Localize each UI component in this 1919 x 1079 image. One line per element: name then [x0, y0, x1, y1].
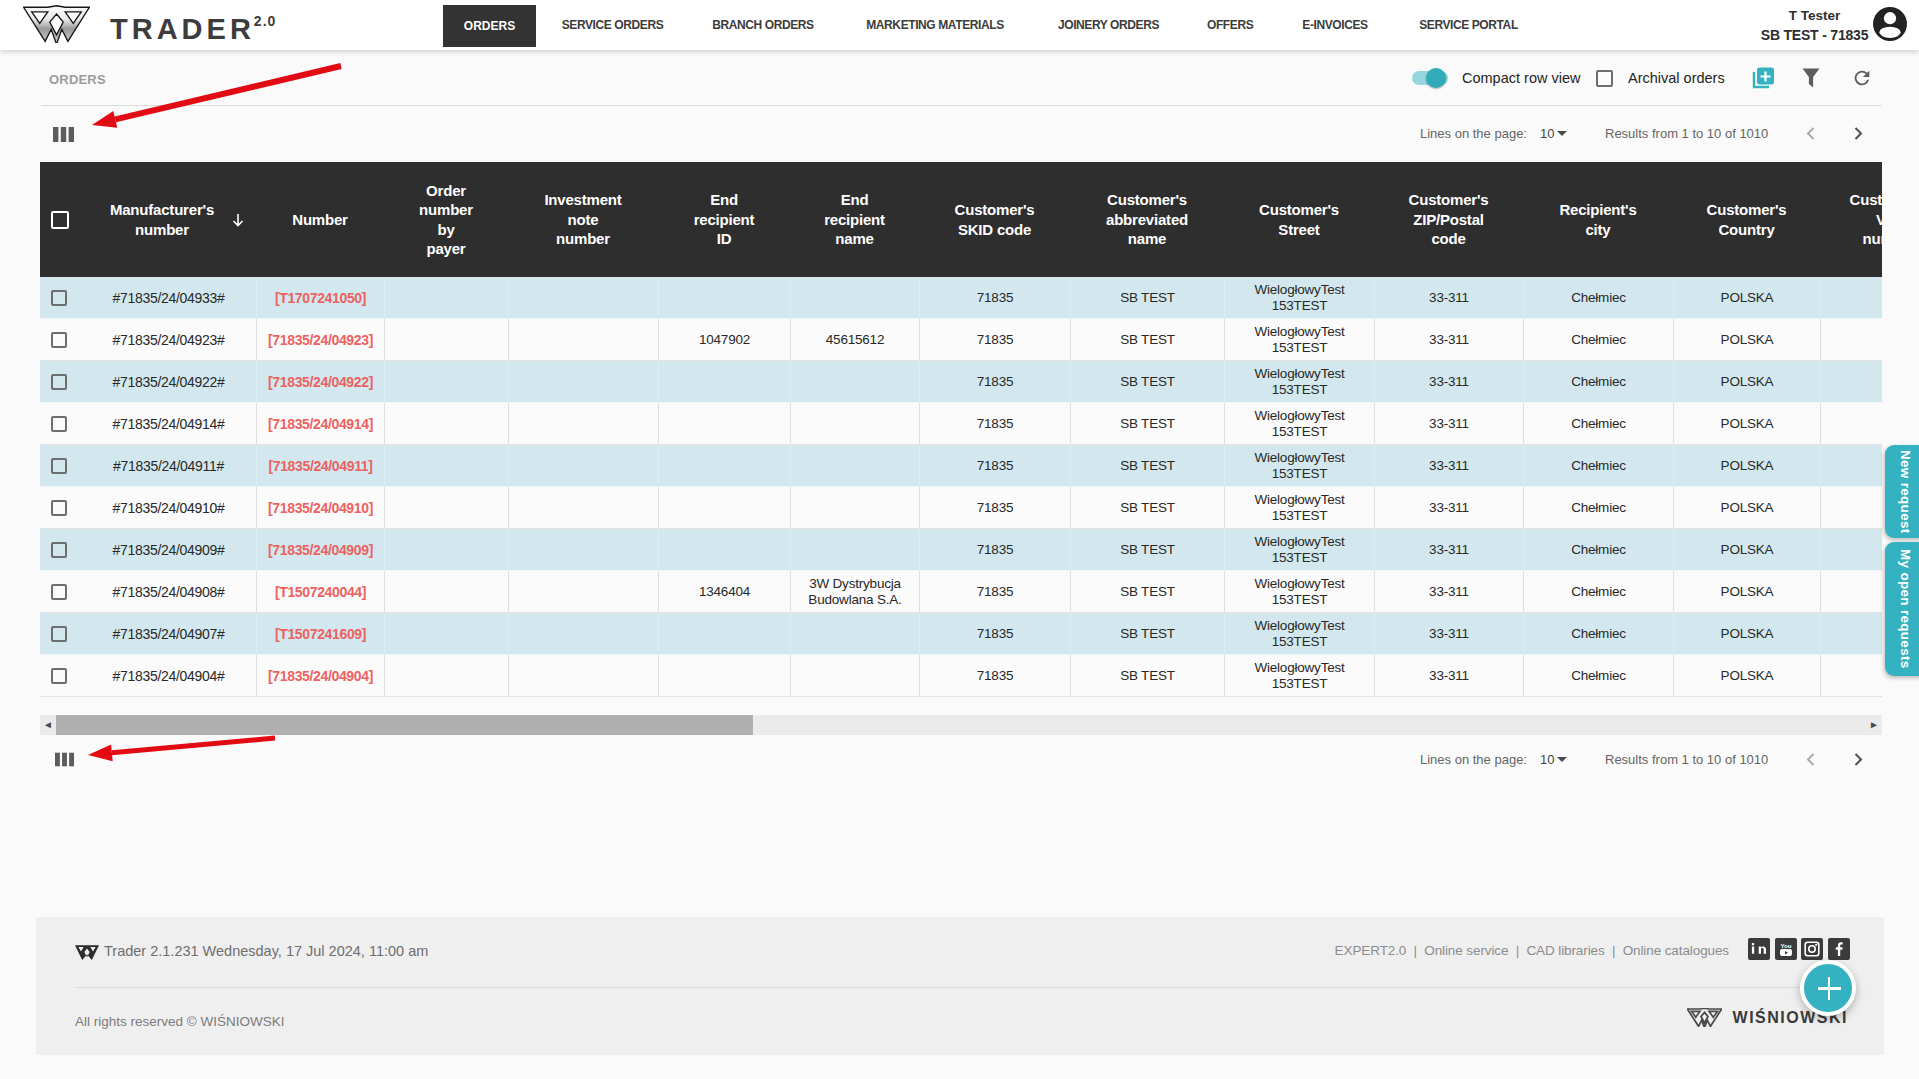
svg-text:You: You	[1781, 943, 1792, 949]
